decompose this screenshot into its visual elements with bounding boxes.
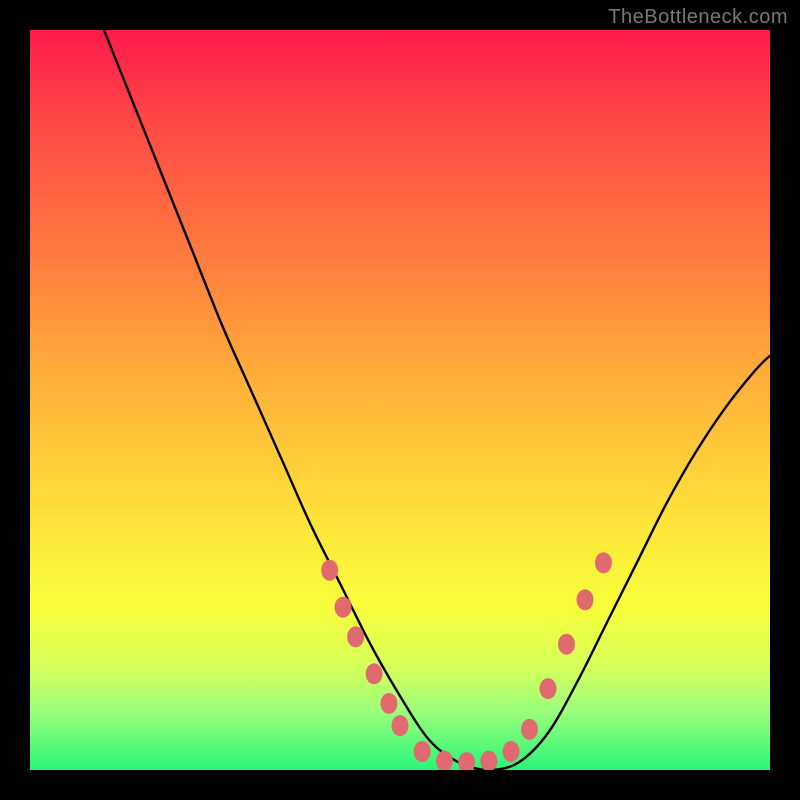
- curve-marker: [458, 752, 475, 770]
- curve-marker: [392, 715, 409, 736]
- curve-marker: [595, 552, 612, 573]
- curve-markers: [321, 552, 612, 770]
- curve-marker: [366, 663, 383, 684]
- curve-marker: [503, 741, 520, 762]
- curve-marker: [480, 751, 497, 770]
- curve-marker: [558, 634, 575, 655]
- curve-marker: [321, 560, 338, 581]
- chart-svg: [30, 30, 770, 770]
- chart-plot-area: [30, 30, 770, 770]
- curve-marker: [521, 719, 538, 740]
- curve-marker: [380, 693, 397, 714]
- chart-frame: TheBottleneck.com: [0, 0, 800, 800]
- bottleneck-curve: [104, 30, 770, 770]
- curve-marker: [540, 678, 557, 699]
- curve-marker: [577, 589, 594, 610]
- watermark-text: TheBottleneck.com: [608, 6, 788, 29]
- curve-marker: [335, 597, 352, 618]
- curve-marker: [414, 741, 431, 762]
- curve-marker: [436, 751, 453, 770]
- curve-marker: [347, 626, 364, 647]
